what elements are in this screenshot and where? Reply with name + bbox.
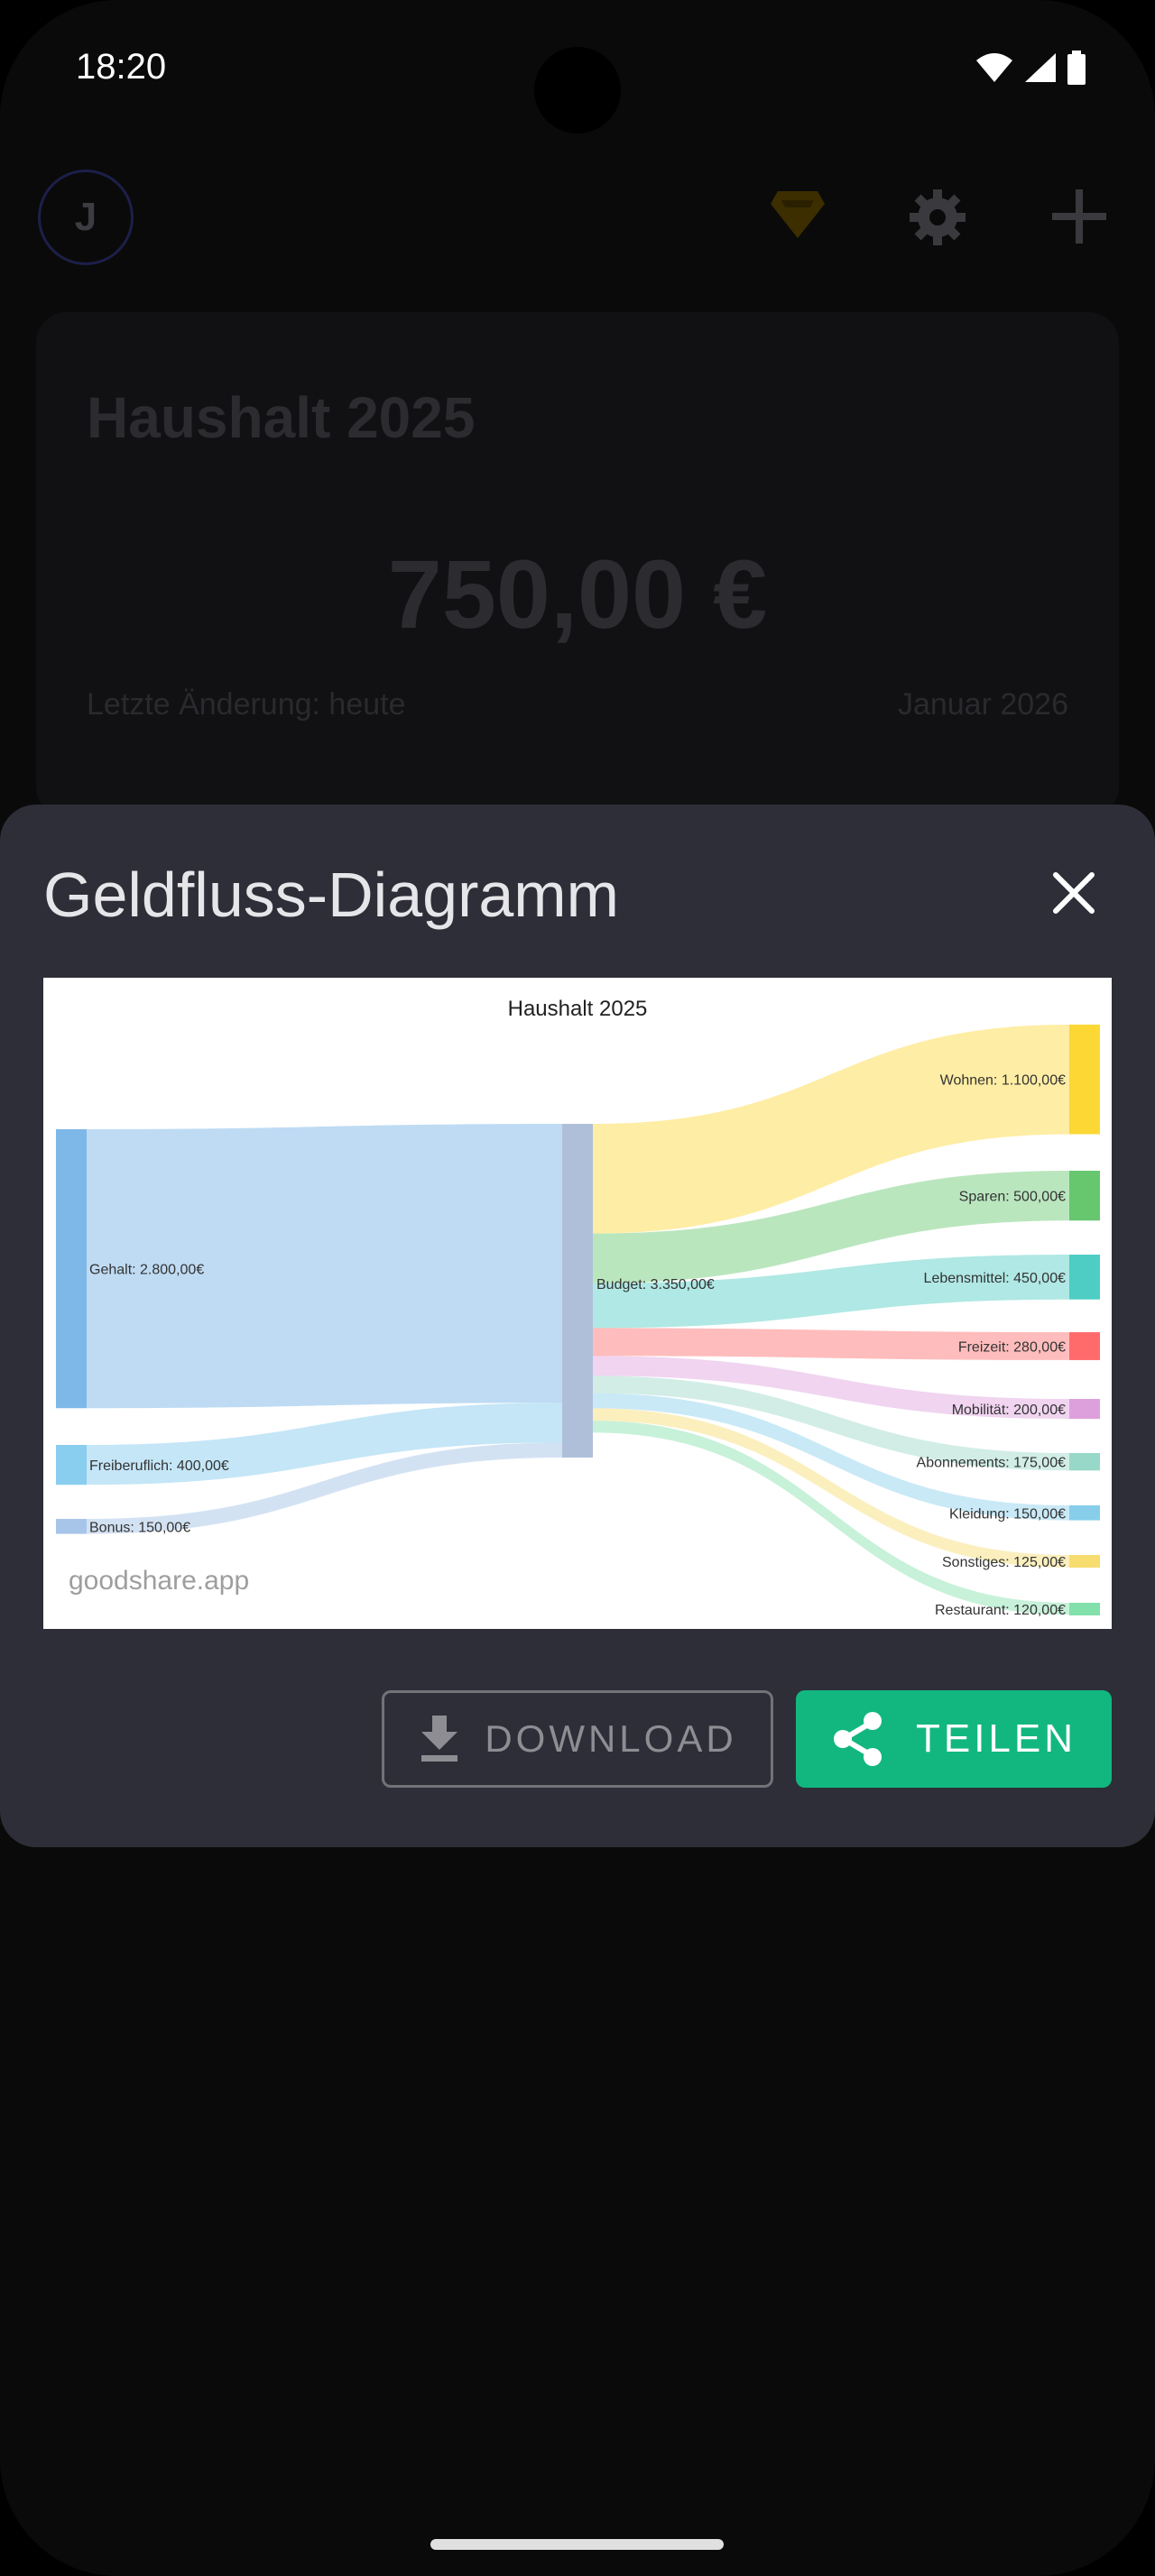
budget-amount: 750,00 €: [387, 539, 768, 649]
node-freiberuflich: [56, 1445, 87, 1486]
battery-icon: [1067, 51, 1086, 85]
label-sparen: Sparen: 500,00€: [959, 1190, 1066, 1205]
node-freizeit: [1069, 1332, 1100, 1360]
camera-cutout: [534, 47, 621, 133]
label-abonnements: Abonnements: 175,00€: [917, 1456, 1067, 1471]
status-time: 18:20: [76, 47, 167, 87]
label-gehalt: Gehalt: 2.800,00€: [89, 1263, 204, 1278]
cash-flow-dialog: Geldfluss-Diagramm Haushalt 2025 Gehalt: …: [0, 805, 1155, 1847]
node-wohnen: [1069, 1025, 1100, 1135]
gear-icon[interactable]: [908, 188, 967, 247]
label-restaurant: Restaurant: 120,00€: [935, 1603, 1066, 1618]
label-mobilitat: Mobilität: 200,00€: [952, 1403, 1066, 1418]
label-lebensmittel: Lebensmittel: 450,00€: [924, 1271, 1067, 1286]
sankey-diagram: Haushalt 2025 Gehalt: 2.800,00€ Freiberufl…: [43, 978, 1112, 1629]
node-sparen: [1069, 1171, 1100, 1221]
download-button[interactable]: DOWNLOAD: [382, 1690, 773, 1788]
node-restaurant: [1069, 1603, 1100, 1615]
premium-diamond-icon[interactable]: [769, 188, 827, 240]
download-label: DOWNLOAD: [485, 1717, 737, 1760]
label-kleidung: Kleidung: 150,00€: [949, 1506, 1066, 1522]
close-icon[interactable]: [1047, 866, 1101, 920]
add-icon[interactable]: [1050, 188, 1108, 245]
node-lebensmittel: [1069, 1255, 1100, 1300]
watermark: goodshare.app: [69, 1566, 249, 1596]
share-icon: [833, 1712, 882, 1766]
avatar[interactable]: J: [38, 170, 134, 265]
label-freiberuflich: Freiberuflich: 400,00€: [89, 1458, 229, 1474]
share-label: TEILEN: [915, 1716, 1077, 1761]
signal-icon: [1025, 53, 1056, 82]
node-sonstiges: [1069, 1555, 1100, 1568]
sankey-svg: Haushalt 2025 Gehalt: 2.800,00€ Freiberufl…: [56, 997, 1100, 1618]
share-button[interactable]: TEILEN: [796, 1690, 1112, 1788]
label-freizeit: Freizeit: 280,00€: [958, 1339, 1066, 1355]
node-mobilitat: [1069, 1399, 1100, 1420]
phone-screen: 18:20 J Haushalt 2025 750,00 € Letzte Än…: [0, 0, 1155, 2576]
wifi-icon: [976, 53, 1012, 82]
status-icons: [975, 51, 1086, 85]
budget-title: Haushalt 2025: [87, 385, 476, 450]
dialog-title: Geldfluss-Diagramm: [43, 860, 619, 930]
download-icon: [421, 1716, 458, 1762]
node-abonnements: [1069, 1453, 1100, 1471]
label-sonstiges: Sonstiges: 125,00€: [942, 1555, 1066, 1570]
budget-card[interactable]: Haushalt 2025 750,00 € Letzte Änderung: …: [36, 312, 1119, 817]
label-wohnen: Wohnen: 1.100,00€: [940, 1073, 1066, 1089]
node-gehalt: [56, 1129, 87, 1409]
label-bonus: Bonus: 150,00€: [89, 1520, 190, 1535]
chart-title: Haushalt 2025: [508, 997, 648, 1021]
budget-last-changed: Letzte Änderung: heute: [87, 687, 406, 722]
node-kleidung: [1069, 1505, 1100, 1521]
home-indicator[interactable]: [430, 2539, 724, 2550]
budget-month: Januar 2026: [897, 687, 1068, 722]
node-budget: [562, 1124, 593, 1458]
label-budget: Budget: 3.350,00€: [596, 1277, 715, 1293]
node-bonus: [56, 1519, 87, 1534]
